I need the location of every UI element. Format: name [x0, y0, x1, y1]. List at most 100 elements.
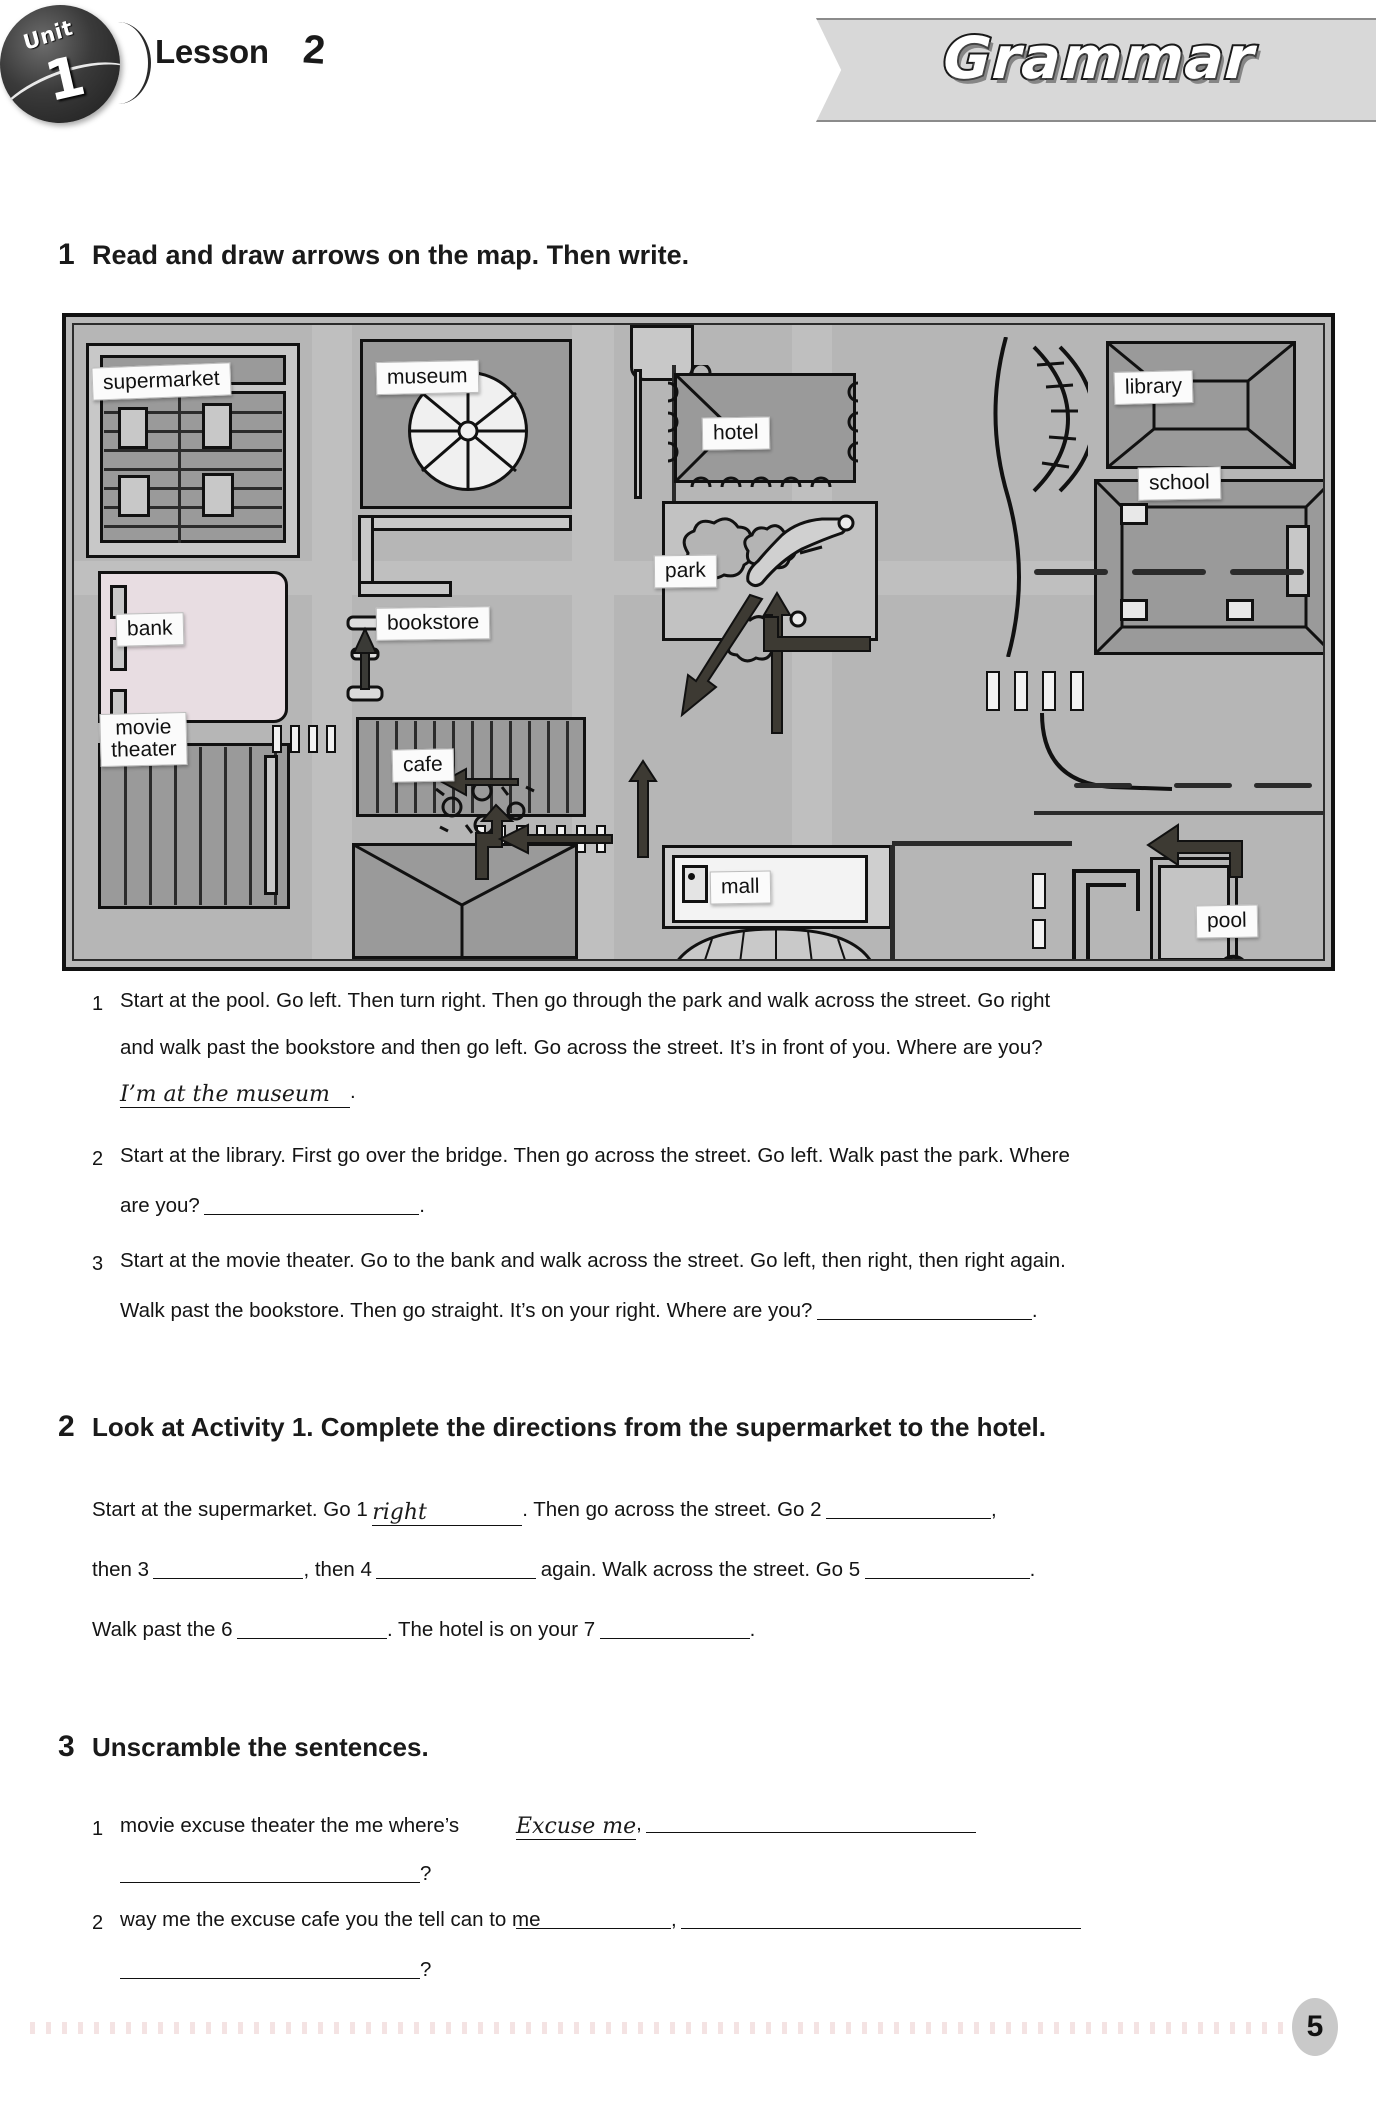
route-arrow-diagonal-park [670, 593, 770, 723]
activity-2-blank-2[interactable] [825, 1498, 991, 1519]
mall-steps [674, 921, 874, 959]
activity-2-line3-text-c: . [749, 1618, 756, 1641]
activity-1-item-3-terminator: . [1031, 1299, 1038, 1322]
crosswalk-v-4 [1070, 671, 1084, 711]
road-dash-b1 [1174, 783, 1232, 788]
activity-3-item-1-answer-terminator: , [636, 1812, 642, 1835]
supermarket-car-2 [202, 403, 232, 449]
activity-1-item-1-answer[interactable]: I’m at the museum [120, 1082, 350, 1108]
mall-right-edge [890, 845, 895, 959]
activity-1-number: 1 [58, 238, 75, 271]
map-label-pool: pool [1195, 904, 1258, 939]
activity-1-item-1-line2: and walk past the bookstore and then go … [120, 1036, 1043, 1059]
activity-1-item-3-number: 3 [92, 1253, 104, 1275]
activity-2-line-1: Start at the supermarket. Go 1 right. Th… [92, 1498, 997, 1526]
activity-3-item-1-second-line: ? [120, 1862, 431, 1885]
crosswalk-v-3 [1042, 671, 1056, 711]
activity-3-item-2-answer-blank-2[interactable] [681, 1908, 1082, 1929]
activity-1-item-1-answer-terminator: . [350, 1080, 356, 1103]
activity-3-item-2-answer-terminator: , [671, 1908, 677, 1931]
activity-1-item-3-answer-row: Walk past the bookstore. Then go straigh… [120, 1299, 1038, 1322]
activity-3-item-2-second-line: ? [120, 1958, 431, 1981]
activity-1-item-3-answer-blank[interactable] [816, 1299, 1032, 1320]
activity-3-item-1-number: 1 [92, 1818, 104, 1840]
activity-2-line2-text-c: again. Walk across the street. Go 5 [540, 1558, 861, 1581]
activity-3-title: Unscramble the sentences. [92, 1732, 429, 1762]
activity-2-blank-3[interactable] [153, 1558, 304, 1579]
activity-3-item-2-answer-row: , [516, 1908, 1082, 1931]
activity-3-number: 3 [58, 1730, 75, 1763]
activity-2-line2-text-d: . [1029, 1558, 1036, 1581]
school-door [1286, 525, 1310, 597]
activity-2-blank-7[interactable] [599, 1618, 750, 1639]
activity-2-line1-text-c: , [990, 1498, 997, 1521]
activity-1-item-1-answer-row: I’m at the museum. [120, 1080, 356, 1108]
activity-2-blank-4[interactable] [376, 1558, 537, 1579]
activity-2-line2-text-b: , then 4 [303, 1558, 372, 1581]
page-header: Unit 1 Lesson 2 Grammar [0, 0, 1376, 150]
curb-block-3 [308, 725, 318, 753]
grammar-banner-label: Grammar [940, 22, 1259, 94]
activity-3-item-2-answer-blank-1[interactable] [516, 1908, 671, 1929]
pool-ladder-icon [1212, 949, 1252, 959]
activity-2-line3-text-a: Walk past the 6 [92, 1618, 233, 1641]
map-label-museum: museum [375, 359, 479, 396]
activity-1-item-2-answer-blank[interactable] [204, 1194, 420, 1215]
city-map: supermarket museum library hotel school … [62, 313, 1335, 971]
curb-block-1 [272, 725, 282, 753]
activity-2-title: Look at Activity 1. Complete the directi… [92, 1412, 1046, 1442]
activity-1-item-2-line1: Start at the library. First go over the … [120, 1144, 1070, 1167]
map-label-library: library [1113, 369, 1194, 406]
footer-decorative-rule [30, 2022, 1290, 2034]
map-label-movie-theater-line2: theater [110, 737, 177, 762]
school-window-2 [1120, 599, 1148, 621]
lesson-number: 2 [301, 27, 327, 73]
curved-road-lower-right [1034, 712, 1323, 823]
activity-2-blank-1[interactable]: right [372, 1500, 523, 1526]
activity-1-title: Read and draw arrows on the map. Then wr… [92, 240, 690, 270]
activity-3-item-1-question-mark: ? [420, 1862, 432, 1885]
page-number: 5 [1292, 1998, 1338, 2056]
route-arrow-up-left-lane [628, 759, 658, 859]
activity-2-blank-5[interactable] [864, 1558, 1030, 1579]
road-dash-r3 [1230, 569, 1304, 575]
supermarket-car-4 [202, 473, 234, 517]
curb-block-4 [326, 725, 336, 753]
map-label-cafe: cafe [391, 748, 455, 783]
supermarket-car-1 [118, 407, 148, 449]
activity-3-item-2-answer-blank-3[interactable] [120, 1958, 420, 1979]
activity-1-item-1-line1: Start at the pool. Go left. Then turn ri… [120, 989, 1051, 1012]
activity-2-line2-text-a: then 3 [92, 1558, 149, 1581]
supermarket-car-3 [118, 475, 150, 517]
museum-path-bottom [358, 581, 452, 597]
activity-1-item-2-answer-row: are you? . [120, 1194, 425, 1217]
activity-2-blank-6[interactable] [236, 1618, 387, 1639]
map-label-movie-theater-line1: movie [115, 715, 172, 740]
activity-1-item-3-line1: Start at the movie theater. Go to the ba… [120, 1249, 1066, 1272]
school-window-1 [1120, 503, 1148, 525]
library-roof-lines [1106, 341, 1296, 469]
supermarket-lot-divider [178, 391, 181, 543]
activity-1-item-3-prefix: Walk past the bookstore. Then go straigh… [120, 1299, 813, 1322]
route-arrow-left-2 [494, 821, 614, 857]
road-dash-b3 [1074, 783, 1132, 788]
map-label-bank: bank [115, 612, 184, 647]
activity-2-line1-text-a: Start at the supermarket. Go 1 [92, 1498, 368, 1521]
road-dash-r2 [1132, 569, 1206, 575]
route-arrow-up-park-right [762, 591, 792, 735]
activity-3-item-1-answer[interactable]: Excuse me [516, 1814, 637, 1840]
crosswalk-v-2 [1014, 671, 1028, 711]
road-vertical-2 [572, 325, 614, 959]
activity-2-line1-text-b: . Then go across the street. Go 2 [522, 1498, 822, 1521]
cafe-roof-lines [352, 843, 578, 959]
activity-1-item-2-prefix: are you? [120, 1194, 200, 1217]
map-label-mall: mall [709, 870, 771, 905]
activity-3-item-1-answer-blank-2[interactable] [646, 1812, 977, 1833]
route-arrow-pool-start [1130, 819, 1246, 879]
activity-3-item-1-answer-blank-3[interactable] [120, 1862, 420, 1883]
activity-1-item-2-terminator: . [419, 1194, 425, 1217]
kiosk-2 [1032, 919, 1046, 949]
map-label-movie-theater: movie theater [99, 711, 189, 768]
school-window-3 [1226, 599, 1254, 621]
activity-3-item-2-scrambled: way me the excuse cafe you the tell can … [120, 1908, 541, 1931]
